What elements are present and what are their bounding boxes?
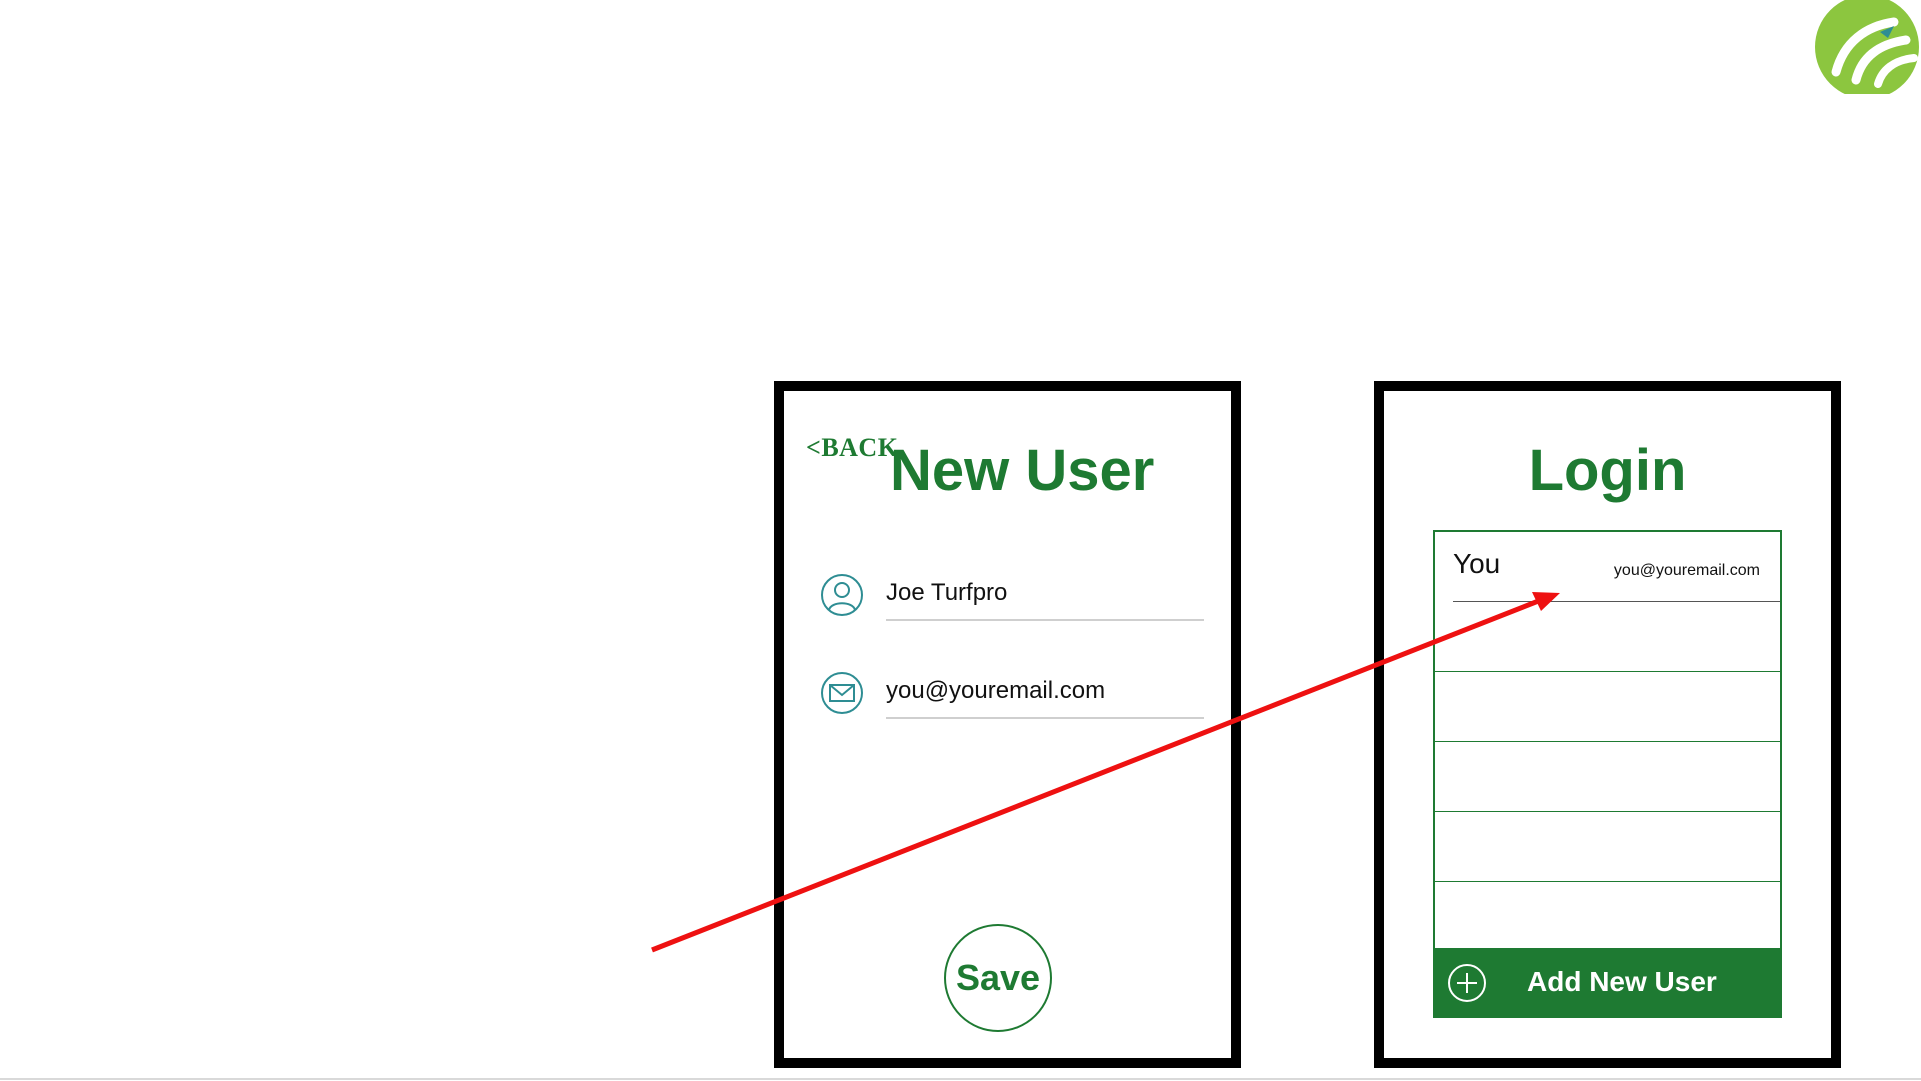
name-input[interactable]: Joe Turfpro	[886, 579, 1204, 607]
bottom-divider	[0, 1078, 1921, 1080]
back-button[interactable]: <BACK	[806, 433, 898, 463]
email-underline	[886, 717, 1204, 719]
user-row[interactable]	[1435, 672, 1780, 742]
login-screen: Login You you@youremail.com Add New User	[1374, 381, 1841, 1068]
user-row[interactable]	[1435, 812, 1780, 882]
save-button[interactable]: Save	[944, 924, 1052, 1032]
name-underline	[886, 619, 1204, 621]
user-row[interactable]: You you@youremail.com	[1435, 532, 1780, 602]
name-field[interactable]: Joe Turfpro	[820, 571, 1204, 621]
user-row[interactable]	[1435, 742, 1780, 812]
add-new-user-label: Add New User	[1527, 966, 1717, 997]
brand-logo	[1814, 0, 1921, 94]
new-user-screen: <BACK New User Joe Turfpro you@youremail…	[774, 381, 1241, 1068]
user-row[interactable]	[1435, 882, 1780, 952]
user-email: you@youremail.com	[1613, 562, 1760, 579]
email-field[interactable]: you@youremail.com	[820, 669, 1204, 719]
add-new-user-button[interactable]: Add New User	[1433, 948, 1782, 1018]
mail-icon	[821, 672, 863, 714]
user-icon	[821, 574, 863, 616]
plus-circle-icon	[1448, 964, 1486, 1002]
email-input[interactable]: you@youremail.com	[886, 677, 1204, 705]
user-name: You	[1453, 548, 1501, 579]
new-user-title: New User	[890, 438, 1155, 503]
user-row[interactable]	[1435, 602, 1780, 672]
user-list: You you@youremail.com	[1433, 530, 1782, 1018]
turf-logo-icon	[1815, 0, 1919, 94]
login-title: Login	[1528, 438, 1687, 503]
